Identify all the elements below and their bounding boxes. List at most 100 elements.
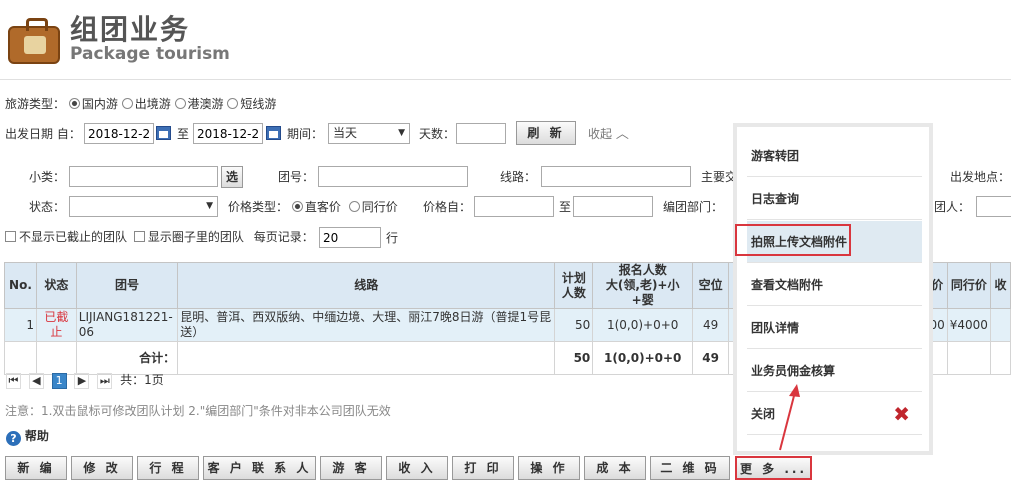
cost-button[interactable]: 成 本	[584, 456, 646, 480]
per-page-unit: 行	[386, 231, 399, 245]
col-extra: 收	[989, 262, 1011, 309]
subclass-label: 小类：	[29, 170, 66, 184]
total-signup: 1(0,0)+0+0	[592, 341, 694, 375]
show-circle-checkbox[interactable]	[133, 231, 145, 242]
note-text: 注意：1.双击鼠标可修改团队计划 2."编团部门"条件对非本公司团队无效	[5, 404, 391, 418]
cell-signup: 1(0,0)+0+0	[592, 308, 694, 342]
cell-status: 已截止	[35, 308, 77, 342]
date-to-label: 至	[177, 127, 190, 141]
col-plan: 计划 人数	[554, 262, 594, 309]
edit-button[interactable]: 修 改	[71, 456, 133, 480]
contact-button[interactable]: 客 户 联 系 人	[203, 456, 316, 480]
per-page-input[interactable]	[319, 227, 381, 248]
radio-short[interactable]	[227, 98, 239, 109]
cell-extra	[989, 308, 1011, 342]
more-button[interactable]: 更 多 ...	[735, 456, 812, 480]
price-to-label: 至	[559, 200, 572, 214]
cell-empty	[177, 341, 556, 375]
help-link[interactable]: ? 帮助	[6, 427, 49, 446]
pick-button[interactable]: 选	[221, 166, 243, 188]
chevron-down-icon: ▼	[398, 128, 405, 138]
calendar-icon[interactable]	[266, 126, 281, 140]
radio-short-label: 短线游	[240, 97, 277, 111]
price-to-input[interactable]	[573, 196, 653, 217]
print-button[interactable]: 打 印	[452, 456, 514, 480]
col-status: 状态	[35, 262, 77, 309]
cell-empty	[4, 341, 37, 375]
col-signup: 报名人数 大(领,老)+小+婴	[592, 262, 694, 309]
tour-type-row: 旅游类型： 国内游 出境游 港澳游 短线游	[5, 95, 276, 113]
radio-peer-price[interactable]	[348, 201, 360, 212]
radio-domestic-label: 国内游	[81, 97, 118, 111]
chevron-down-icon: ▼	[206, 201, 213, 211]
cell-no: 1	[4, 308, 37, 342]
col-peer-price: 同行价	[946, 262, 991, 309]
menu-item-log[interactable]: 日志查询	[747, 178, 922, 220]
col-vacant: 空位	[692, 262, 730, 309]
page-header: 组团业务 Package tourism	[0, 0, 1011, 80]
tourist-button[interactable]: 游 客	[320, 456, 382, 480]
close-icon[interactable]: ✖	[893, 393, 910, 435]
hide-closed-checkbox[interactable]	[5, 231, 16, 242]
price-from-input[interactable]	[474, 196, 554, 217]
menu-item-view-attachment[interactable]: 查看文档附件	[747, 264, 922, 306]
highlight-box	[735, 224, 851, 256]
show-circle-label: 显示圈子里的团队	[147, 230, 244, 244]
annotation-arrow-icon	[779, 384, 800, 451]
status-select[interactable]: ▼	[69, 196, 218, 217]
subclass-input[interactable]	[69, 166, 218, 187]
refresh-button[interactable]: 刷 新	[516, 121, 576, 145]
status-label: 状态：	[29, 200, 66, 214]
radio-direct-price[interactable]	[291, 201, 303, 212]
options-row: 不显示已截止的团队 显示圈子里的团队 每页记录：	[5, 228, 314, 246]
current-page[interactable]: 1	[51, 372, 67, 389]
per-page-label: 每页记录：	[253, 230, 314, 244]
period-label: 期间：	[287, 127, 324, 141]
operate-button[interactable]: 操 作	[518, 456, 580, 480]
days-label: 天数：	[419, 127, 456, 141]
collapse-label: 收起	[588, 127, 613, 141]
help-icon: ?	[6, 431, 21, 446]
qrcode-button[interactable]: 二 维 码	[650, 456, 730, 480]
radio-hkmacau-label: 港澳游	[187, 97, 224, 111]
total-plan: 50	[554, 341, 594, 375]
calendar-icon[interactable]	[156, 126, 171, 140]
route-label: 线路：	[500, 170, 537, 184]
radio-domestic[interactable]	[68, 98, 80, 109]
period-select[interactable]: 当天 ▼	[328, 123, 410, 144]
date-label: 出发日期 自：	[5, 127, 81, 141]
date-to-input[interactable]	[193, 123, 263, 144]
person-input[interactable]	[976, 196, 1011, 217]
price-type-label: 价格类型：	[228, 200, 289, 214]
dept-label: 编团部门：	[663, 200, 724, 214]
chevron-up-icon: ︿	[615, 127, 629, 142]
person-label: 团人：	[934, 200, 971, 214]
date-from-input[interactable]	[84, 123, 154, 144]
col-group-no: 团号	[75, 262, 179, 309]
days-input[interactable]	[456, 123, 506, 144]
route-input[interactable]	[541, 166, 691, 187]
last-page-icon[interactable]: ⏭	[97, 372, 113, 389]
period-value: 当天	[333, 126, 358, 140]
menu-item-team-detail[interactable]: 团队详情	[747, 307, 922, 349]
group-no-input[interactable]	[318, 166, 468, 187]
new-button[interactable]: 新 编	[5, 456, 67, 480]
radio-outbound[interactable]	[121, 98, 133, 109]
group-no-label: 团号：	[278, 170, 315, 184]
cell-plan: 50	[554, 308, 594, 342]
prev-page-icon[interactable]: ◀	[28, 372, 44, 389]
first-page-icon[interactable]: ⏮	[6, 372, 21, 389]
page-summary: 共：1页	[120, 373, 164, 387]
suitcase-logo-icon	[6, 14, 62, 64]
total-vacant: 49	[692, 341, 730, 375]
page-subtitle: Package tourism	[70, 44, 230, 64]
radio-hkmacau[interactable]	[174, 98, 186, 109]
price-from-label: 价格自：	[423, 200, 472, 214]
radio-direct-price-label: 直客价	[304, 200, 341, 214]
next-page-icon[interactable]: ▶	[74, 372, 90, 389]
menu-item-transfer[interactable]: 游客转团	[747, 135, 922, 177]
total-label: 合计：	[75, 341, 179, 375]
itinerary-button[interactable]: 行 程	[137, 456, 199, 480]
collapse-link[interactable]: 收起 ︿	[588, 125, 629, 144]
income-button[interactable]: 收 入	[386, 456, 448, 480]
